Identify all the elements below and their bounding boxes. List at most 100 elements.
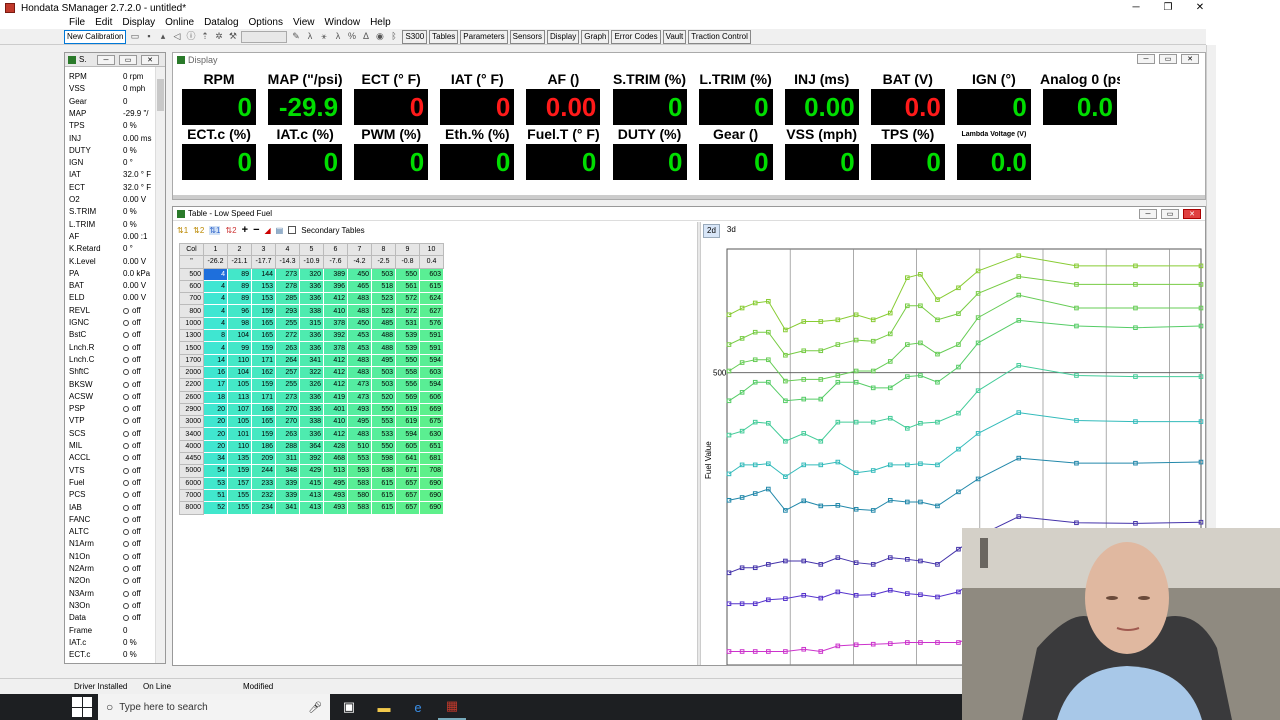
- table-cell[interactable]: 615: [371, 476, 396, 490]
- table-cell[interactable]: 20: [203, 439, 228, 454]
- table-cell[interactable]: 293: [275, 304, 300, 318]
- table-cell[interactable]: 690: [419, 501, 444, 515]
- table-cell[interactable]: 255: [275, 316, 300, 331]
- table-cell[interactable]: 630: [419, 427, 444, 441]
- table-cell[interactable]: 336: [299, 390, 324, 404]
- table-cell[interactable]: 485: [371, 316, 396, 331]
- table-cell[interactable]: 598: [371, 452, 396, 466]
- table-cell[interactable]: 465: [347, 279, 372, 294]
- table-cell[interactable]: 244: [251, 464, 276, 478]
- table-restore-button[interactable]: ▭: [1161, 209, 1179, 219]
- secondary-tables-checkbox[interactable]: [288, 226, 297, 234]
- table-cell[interactable]: 113: [227, 390, 252, 404]
- table-cell[interactable]: 186: [251, 439, 276, 454]
- table-cell[interactable]: 322: [299, 365, 324, 380]
- table-cell[interactable]: 171: [251, 353, 276, 367]
- table-cell[interactable]: 17: [203, 378, 228, 392]
- table-cell[interactable]: 523: [371, 304, 396, 318]
- table-cell[interactable]: 615: [419, 279, 444, 294]
- table-cell[interactable]: 392: [323, 329, 348, 343]
- table-cell[interactable]: 523: [371, 292, 396, 306]
- table-cell[interactable]: 638: [371, 464, 396, 478]
- table-cell[interactable]: 657: [395, 488, 420, 503]
- ramp-icon[interactable]: ◢: [265, 226, 271, 235]
- table-cell[interactable]: 288: [275, 439, 300, 454]
- table-close-button[interactable]: ✕: [1183, 209, 1201, 219]
- wand-icon[interactable]: ⚹: [318, 31, 329, 42]
- table-cell[interactable]: 603: [419, 267, 444, 281]
- table-cell[interactable]: 273: [275, 390, 300, 404]
- subtract-icon[interactable]: −: [253, 224, 259, 236]
- table-cell[interactable]: 412: [323, 365, 348, 380]
- table-cell[interactable]: 681: [419, 452, 444, 466]
- table-cell[interactable]: 285: [275, 292, 300, 306]
- percent-icon[interactable]: %: [346, 31, 357, 42]
- table-cell[interactable]: 157: [227, 476, 252, 490]
- table-cell[interactable]: 52: [203, 501, 228, 515]
- globe-icon[interactable]: ◉: [374, 31, 385, 42]
- table-cell[interactable]: 159: [251, 341, 276, 355]
- table-cell[interactable]: 553: [371, 415, 396, 429]
- table-cell[interactable]: 483: [347, 292, 372, 306]
- table-cell[interactable]: 336: [299, 402, 324, 417]
- table-cell[interactable]: 495: [371, 353, 396, 367]
- table-cell[interactable]: 493: [323, 488, 348, 503]
- table-cell[interactable]: 483: [347, 353, 372, 367]
- table-cell[interactable]: 89: [227, 292, 252, 306]
- table-cell[interactable]: 503: [371, 267, 396, 281]
- toolbar-button-graph[interactable]: Graph: [581, 29, 610, 44]
- table-cell[interactable]: 341: [299, 353, 324, 367]
- table-cell[interactable]: 510: [347, 439, 372, 454]
- edge-browser-icon[interactable]: e: [404, 694, 432, 720]
- table-cell[interactable]: 4: [203, 304, 228, 318]
- table-cell[interactable]: 553: [347, 452, 372, 466]
- scroll-thumb[interactable]: [157, 79, 164, 111]
- table-cell[interactable]: 105: [227, 378, 252, 392]
- menu-item-datalog[interactable]: Datalog: [199, 16, 243, 29]
- table-cell[interactable]: 159: [251, 378, 276, 392]
- table-cell[interactable]: 278: [275, 279, 300, 294]
- table-cell[interactable]: 89: [227, 267, 252, 281]
- table-cell[interactable]: 153: [251, 292, 276, 306]
- table-cell[interactable]: 336: [299, 341, 324, 355]
- table-cell[interactable]: 53: [203, 476, 228, 490]
- table-cell[interactable]: 51: [203, 488, 228, 503]
- table-cell[interactable]: 690: [419, 476, 444, 490]
- pen-icon[interactable]: ✎: [290, 31, 301, 42]
- table-cell[interactable]: 412: [323, 353, 348, 367]
- table-cell[interactable]: 338: [299, 304, 324, 318]
- table-cell[interactable]: 593: [347, 464, 372, 478]
- table-cell[interactable]: 550: [371, 439, 396, 454]
- table-cell[interactable]: 453: [347, 341, 372, 355]
- table1-icon[interactable]: ⇅1: [177, 226, 188, 235]
- table-cell[interactable]: 483: [347, 365, 372, 380]
- table-cell[interactable]: 569: [395, 390, 420, 404]
- table-cell[interactable]: 20: [203, 427, 228, 441]
- table-cell[interactable]: 556: [395, 378, 420, 392]
- table-cell[interactable]: 232: [251, 488, 276, 503]
- task-view-icon[interactable]: ▣: [335, 694, 363, 720]
- table-cell[interactable]: 96: [227, 304, 252, 318]
- table-cell[interactable]: 671: [395, 464, 420, 478]
- menu-item-options[interactable]: Options: [244, 16, 288, 29]
- table-cell[interactable]: 495: [323, 476, 348, 490]
- table-cell[interactable]: 473: [347, 390, 372, 404]
- table-cell[interactable]: 572: [395, 304, 420, 318]
- table-cell[interactable]: 615: [371, 488, 396, 503]
- table-cell[interactable]: 20: [203, 415, 228, 429]
- panel-minimize-button[interactable]: ─: [97, 55, 115, 65]
- table-cell[interactable]: 159: [251, 427, 276, 441]
- table-cell[interactable]: 4: [203, 341, 228, 355]
- display-minimize-button[interactable]: ─: [1137, 54, 1155, 64]
- table-cell[interactable]: 18: [203, 390, 228, 404]
- table-cell[interactable]: 483: [347, 427, 372, 441]
- table-cell[interactable]: 572: [395, 292, 420, 306]
- table-cell[interactable]: 412: [323, 292, 348, 306]
- table-cell[interactable]: 415: [299, 476, 324, 490]
- gear-icon[interactable]: ✲: [213, 31, 224, 42]
- table-cell[interactable]: 591: [419, 329, 444, 343]
- table-cell[interactable]: 594: [419, 353, 444, 367]
- file-explorer-icon[interactable]: ▬: [370, 694, 398, 720]
- back-icon[interactable]: ◁: [171, 31, 182, 42]
- toolbar-field[interactable]: [241, 30, 288, 43]
